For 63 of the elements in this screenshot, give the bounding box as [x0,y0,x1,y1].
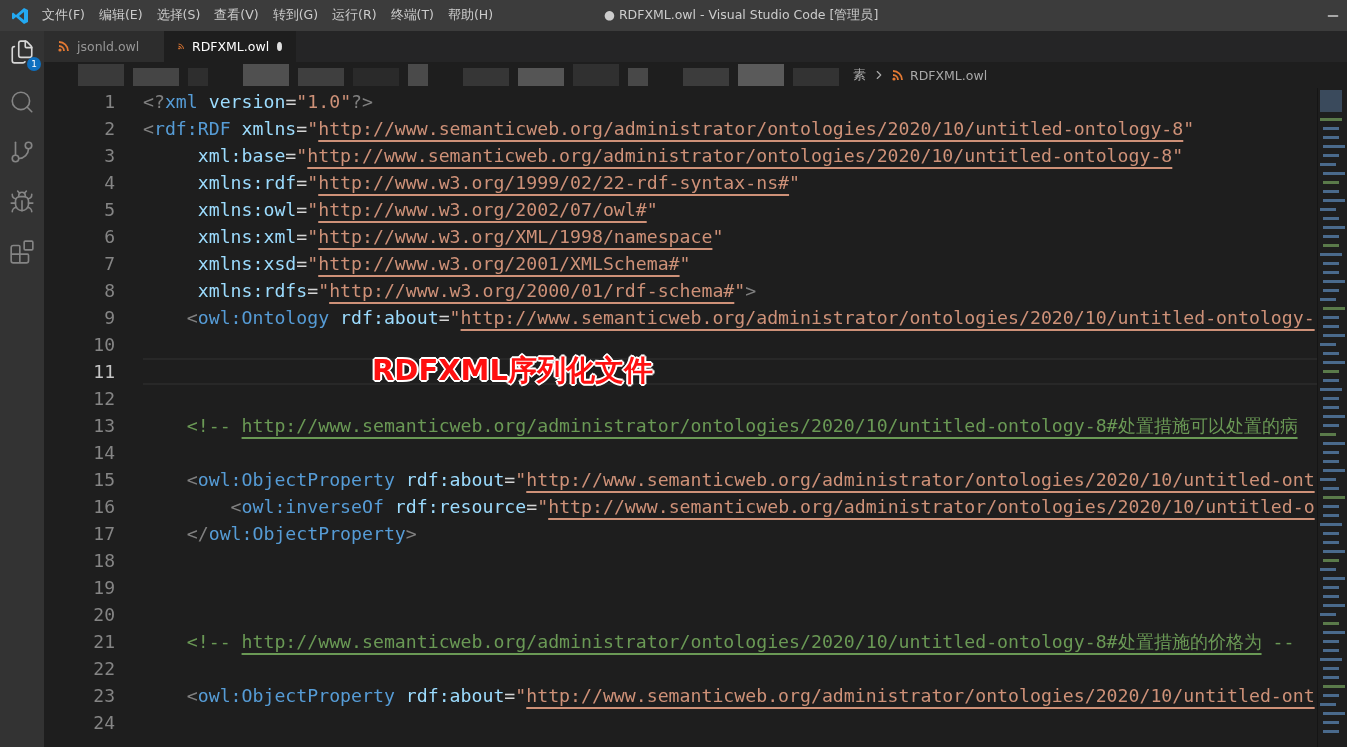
code-line: xml:base="http://www.semanticweb.org/administrator/ontologies/2020/10/untitled-ontology-8" [196,145,1184,166]
window-title: ● RDFXML.owl - Visual Studio Code [管理员] [604,7,879,24]
overlay-caption: RDFXML序列化文件 [372,352,653,389]
line-number: 5 [103,199,115,220]
code-line: xmlns:rdf="http://www.w3.org/1999/02/22-rdf-syntax-ns#" [196,172,800,193]
editor-tab[interactable]: jsonld.owl [44,31,164,62]
editor-tab[interactable]: RDFXML.owl [164,31,296,62]
app-logo-icon [11,6,29,25]
code-line: <owl:ObjectProperty rdf:about="http://www.semanticweb.org/administrator/ontologies/2020/10/untitled-ont [185,685,1315,706]
files-icon[interactable] [9,39,35,65]
code-line: <!-- http://www.semanticweb.org/administrator/ontologies/2020/10/untitled-ontology-8#处置措施的价格为 -- [185,630,1295,654]
menu-item[interactable]: 编辑(E) [91,7,150,24]
line-number: 8 [103,280,115,301]
code-line: xmlns:rdfs="http://www.w3.org/2000/01/rdf-schema#"> [196,280,757,301]
line-number: 7 [103,253,115,274]
code-line: <owl:inverseOf rdf:resource="http://www.semanticweb.org/administrator/ontologies/2020/10/untitled-o [229,496,1315,517]
rss-icon [58,41,69,52]
code-line: <owl:Ontology rdf:about="http://www.semanticweb.org/administrator/ontologies/2020/10/untitled-ontology- [185,307,1315,328]
line-number: 16 [92,496,115,517]
menu-item[interactable]: 终端(T) [383,7,441,24]
blocks-icon[interactable] [9,239,35,265]
line-number: 3 [103,145,115,166]
code-line: <owl:ObjectProperty rdf:about="http://www.semanticweb.org/administrator/ontologies/2020/10/untitled-ont [185,469,1315,490]
bug-icon[interactable] [9,189,35,215]
code-line: xmlns:xml="http://www.w3.org/XML/1998/namespace" [196,226,724,247]
menu-item[interactable]: 选择(S) [149,7,208,24]
code-line: <rdf:RDF xmlns="http://www.semanticweb.org/administrator/ontologies/2020/10/untitled-ontology-8" [143,118,1195,139]
menu-item[interactable]: 查看(V) [207,7,266,24]
code-line: </owl:ObjectProperty> [185,523,417,544]
line-number: 21 [92,631,115,652]
line-number: 20 [92,604,115,625]
line-number: 1 [103,91,115,112]
line-number: 24 [92,712,115,733]
breadcrumb-text: 素 [853,66,866,84]
line-number: 11 [92,361,115,382]
line-number: 4 [103,172,115,193]
menu-item[interactable]: 运行(R) [325,7,384,24]
line-number: 13 [92,415,115,436]
line-number: 6 [103,226,115,247]
line-number: 17 [92,523,115,544]
line-number: 22 [92,658,115,679]
rss-icon [178,41,184,52]
line-number: 9 [103,307,115,328]
rss-icon [892,69,903,81]
breadcrumb-item[interactable]: RDFXML.owl [910,67,988,83]
code-line: <!-- http://www.semanticweb.org/administrator/ontologies/2020/10/untitled-ontology-8#处置措施可以处置的病 [185,414,1298,438]
menu-item[interactable]: 帮助(H) [440,7,501,24]
line-number: 23 [92,685,115,706]
line-number: 15 [92,469,115,490]
code-line: xmlns:owl="http://www.w3.org/2002/07/owl#" [196,199,658,220]
search-icon[interactable] [9,89,35,115]
line-number: 14 [92,442,115,463]
notification-badge: 1 [27,57,41,71]
line-number: 10 [92,334,115,355]
menu-item[interactable]: 转到(G) [265,7,326,24]
line-number: 19 [92,577,115,598]
menu-item[interactable]: 文件(F) [35,7,92,24]
line-number: 12 [92,388,115,409]
line-number: 18 [92,550,115,571]
branch-icon[interactable] [9,139,35,165]
code-line: <?xml version="1.0"?> [143,91,373,112]
line-number: 2 [103,118,115,139]
code-line: xmlns:xsd="http://www.w3.org/2001/XMLSchema#" [196,253,691,274]
